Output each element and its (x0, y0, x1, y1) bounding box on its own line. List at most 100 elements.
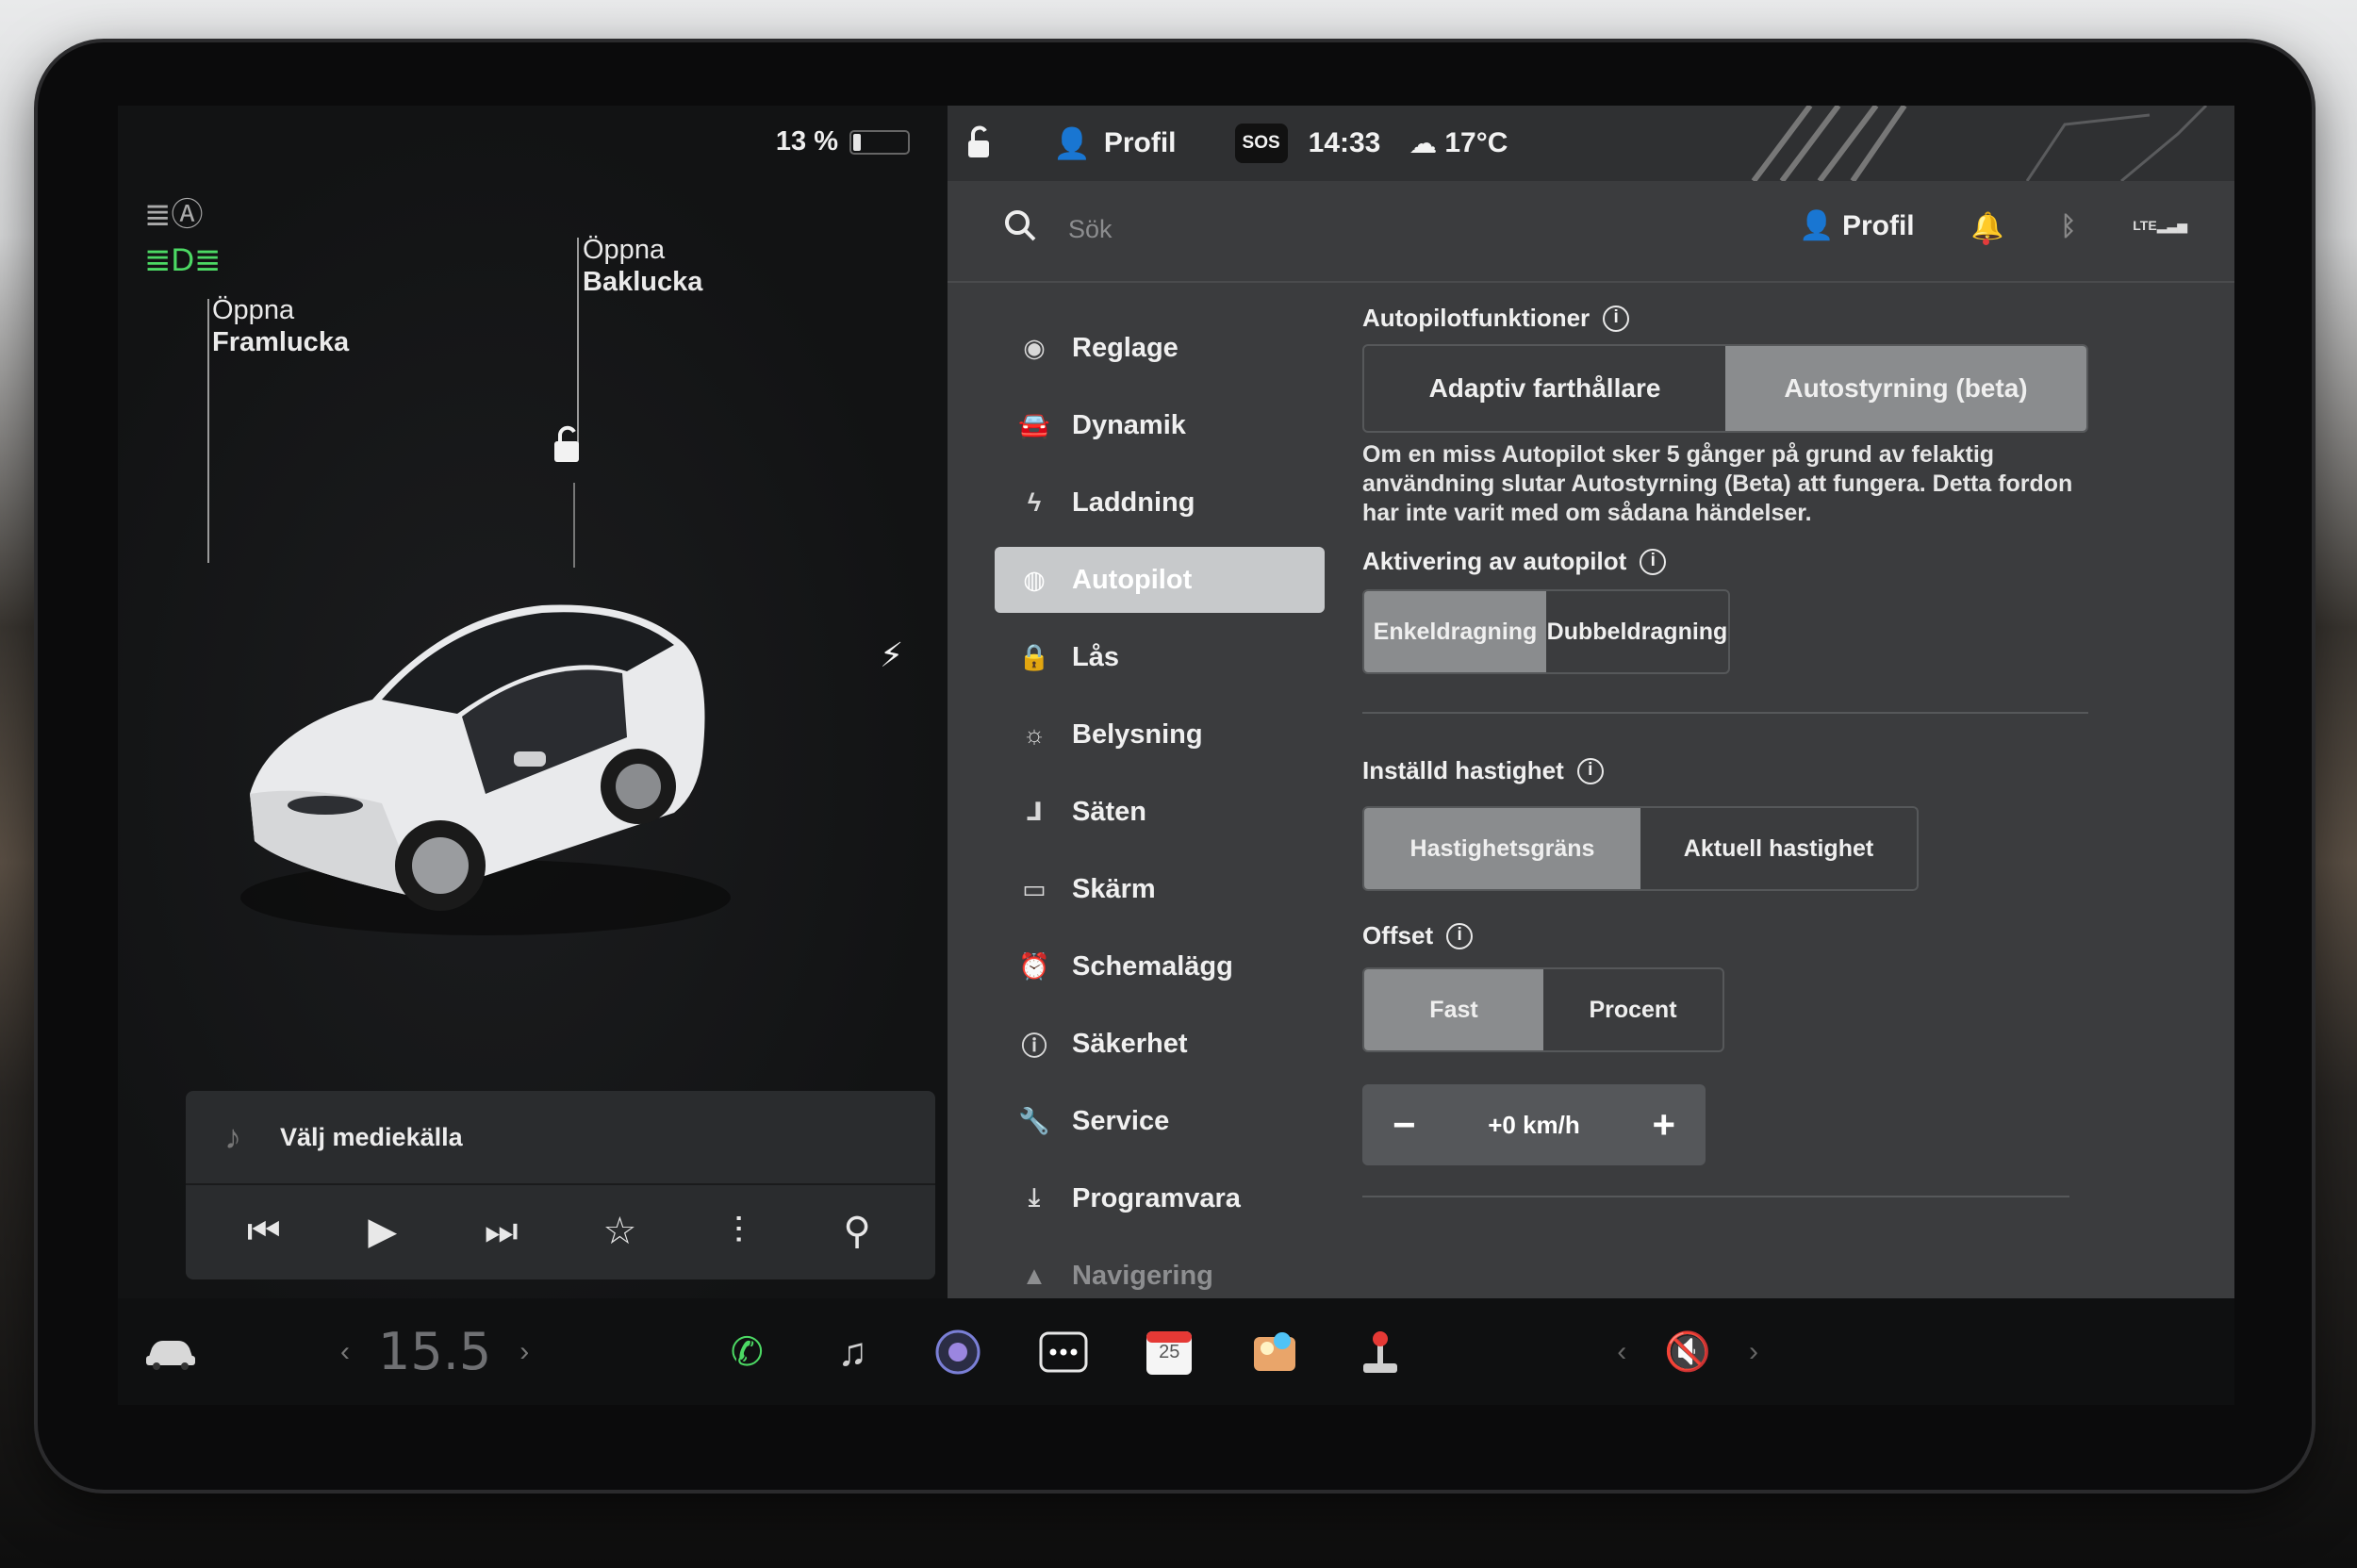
set-speed-title: Inställd hastighet i (1362, 756, 2117, 785)
temp-up-chevron-icon[interactable]: › (519, 1336, 529, 1368)
search-bar: Sök 👤 Profil 🔔 ᛒ LTE▂▃▅ (948, 181, 2234, 283)
music-note-icon: ♪ (224, 1117, 241, 1156)
autopilot-description: Om en miss Autopilot sker 5 gånger på gr… (1362, 441, 2073, 526)
open-frunk-label[interactable]: Öppna Framlucka (212, 294, 349, 358)
offset-stepper: − +0 km/h + (1362, 1084, 1706, 1165)
bolt-icon: ϟ (1027, 487, 1042, 517)
media-source-row[interactable]: ♪ Välj mediekälla (186, 1091, 935, 1185)
volume-up-chevron-icon[interactable]: › (1749, 1336, 1758, 1368)
sos-button[interactable]: SOS (1234, 124, 1288, 163)
search-icon[interactable] (1002, 207, 1040, 245)
info-icon[interactable]: i (1576, 757, 1604, 784)
camera-icon[interactable] (929, 1323, 987, 1381)
open-trunk-label[interactable]: Öppna Baklucka (583, 234, 702, 298)
navigation-icon: ▲ (1021, 1261, 1047, 1290)
profile-label[interactable]: Profil (1104, 127, 1177, 159)
map-preview[interactable] (1650, 106, 2234, 181)
info-icon[interactable]: i (1446, 922, 1474, 949)
lock-icon: 🔒 (1018, 643, 1050, 671)
volume-down-chevron-icon[interactable]: ‹ (1617, 1336, 1626, 1368)
current-speed-option[interactable]: Aktuell hastighet (1640, 808, 1917, 889)
mute-volume-icon[interactable]: 🔇 (1664, 1329, 1711, 1374)
offset-title: Offset i (1362, 921, 2117, 950)
header-profile[interactable]: 👤 Profil (1799, 209, 1914, 242)
media-controls: ⏮ ▶ ⏭ ☆ ⫶ ⚲ (186, 1185, 935, 1278)
menu-item-sakerhet[interactable]: ⓘ Säkerhet (995, 1011, 1325, 1077)
autosteer-option[interactable]: Autostyrning (beta) (1725, 346, 2086, 431)
climate-temperature[interactable]: 15.5 (378, 1322, 491, 1381)
header-right-group: 👤 Profil 🔔 ᛒ LTE▂▃▅ (1799, 209, 2187, 245)
autopilot-features-selector: Adaptiv farthållare Autostyrning (beta) (1362, 344, 2088, 433)
notification-bell-icon[interactable]: 🔔 (1971, 210, 2003, 245)
profile-icon[interactable]: 👤 (1053, 125, 1091, 161)
info-icon[interactable]: i (1603, 305, 1630, 332)
car-image (240, 604, 731, 935)
adaptive-cruise-option[interactable]: Adaptiv farthållare (1364, 346, 1725, 431)
single-pull-option[interactable]: Enkeldragning (1364, 591, 1546, 672)
more-apps-icon[interactable] (1034, 1323, 1093, 1381)
download-icon: ⤓ (1029, 1183, 1040, 1212)
battery-status: 13 % (776, 126, 910, 157)
door-unlock-icon[interactable] (964, 125, 997, 161)
divider (1362, 712, 2088, 714)
activation-title: Aktivering av autopilot i (1362, 547, 2117, 576)
toybox-icon[interactable] (1245, 1323, 1304, 1381)
menu-item-programvara[interactable]: ⤓ Programvara (995, 1165, 1325, 1231)
search-input[interactable]: Sök (1068, 215, 1113, 244)
calendar-icon[interactable]: 25 (1140, 1323, 1198, 1381)
car-icon[interactable] (142, 1333, 199, 1371)
divider (1362, 1196, 2069, 1197)
car-icon: 🚘 (1018, 411, 1050, 439)
charge-port-icon[interactable]: ⚡ (880, 635, 903, 675)
music-icon[interactable]: ♫ (823, 1323, 882, 1381)
bottom-dock: ‹ 15.5 › ✆ ♫ 25 ‹ 🔇 › (118, 1298, 2234, 1405)
percent-offset-option[interactable]: Procent (1543, 969, 1722, 1050)
info-icon[interactable]: i (1640, 548, 1667, 575)
menu-item-laddning[interactable]: ϟ Laddning (995, 470, 1325, 536)
speed-limit-option[interactable]: Hastighetsgräns (1364, 808, 1640, 889)
lte-signal-icon: LTE▂▃▅ (2133, 218, 2187, 233)
menu-item-service[interactable]: 🔧 Service (995, 1088, 1325, 1154)
menu-item-schemalagg[interactable]: ⏰ Schemalägg (995, 933, 1325, 999)
lock-leader-line (573, 483, 575, 568)
previous-track-icon[interactable]: ⏮ (231, 1211, 297, 1253)
next-track-icon[interactable]: ⏭ (469, 1211, 535, 1253)
favorite-star-icon[interactable]: ☆ (586, 1210, 652, 1253)
bluetooth-icon[interactable]: ᛒ (2060, 211, 2076, 241)
media-search-icon[interactable]: ⚲ (824, 1210, 890, 1253)
alarm-icon: ⏰ (1018, 952, 1050, 981)
temperature-value: 15.5 (378, 1322, 492, 1381)
status-bar: 👤 Profil SOS 14:33 ☁ 17°C (948, 106, 2234, 181)
battery-percent: 13 % (775, 126, 838, 157)
increase-button[interactable]: + (1652, 1102, 1675, 1147)
menu-item-dynamik[interactable]: 🚘 Dynamik (995, 392, 1325, 458)
battery-icon (849, 129, 910, 155)
steering-wheel-icon: ◍ (1023, 565, 1046, 594)
play-icon[interactable]: ▶ (350, 1210, 416, 1253)
seat-icon: ⅃ (1026, 797, 1043, 826)
menu-item-belysning[interactable]: ☼ Belysning (995, 701, 1325, 767)
features-title: Autopilotfunktioner i (1362, 304, 2117, 333)
temp-down-chevron-icon[interactable]: ‹ (340, 1336, 350, 1368)
menu-item-saten[interactable]: ⅃ Säten (995, 779, 1325, 845)
phone-icon[interactable]: ✆ (717, 1323, 776, 1381)
auto-headlights-icon[interactable]: ≣Ⓐ (144, 189, 204, 235)
menu-item-skarm[interactable]: ▭ Skärm (995, 856, 1325, 922)
equalizer-icon[interactable]: ⫶ (705, 1211, 771, 1253)
outside-temperature: 17°C (1444, 127, 1508, 158)
menu-item-reglage[interactable]: ◉ Reglage (995, 315, 1325, 381)
calendar-day: 25 (1159, 1341, 1180, 1362)
wrench-icon: 🔧 (1018, 1107, 1050, 1135)
menu-item-las[interactable]: 🔒 Lås (995, 624, 1325, 690)
autopilot-settings: Autopilotfunktioner i Adaptiv farthållar… (1362, 304, 2117, 1197)
joystick-icon[interactable] (1351, 1323, 1409, 1381)
clock: 14:33 (1308, 127, 1381, 158)
fixed-offset-option[interactable]: Fast (1364, 969, 1543, 1050)
decrease-button[interactable]: − (1393, 1102, 1416, 1147)
unlock-icon[interactable] (547, 424, 588, 466)
double-pull-option[interactable]: Dubbeldragning (1546, 591, 1728, 672)
low-beam-icon[interactable]: ≣D≣ (144, 241, 222, 279)
sun-icon: ☼ (1022, 719, 1047, 749)
menu-item-autopilot[interactable]: ◍ Autopilot (995, 547, 1325, 613)
settings-panel: 👤 Profil SOS 14:33 ☁ 17°C Sök 👤 Profil 🔔… (948, 106, 2234, 1298)
